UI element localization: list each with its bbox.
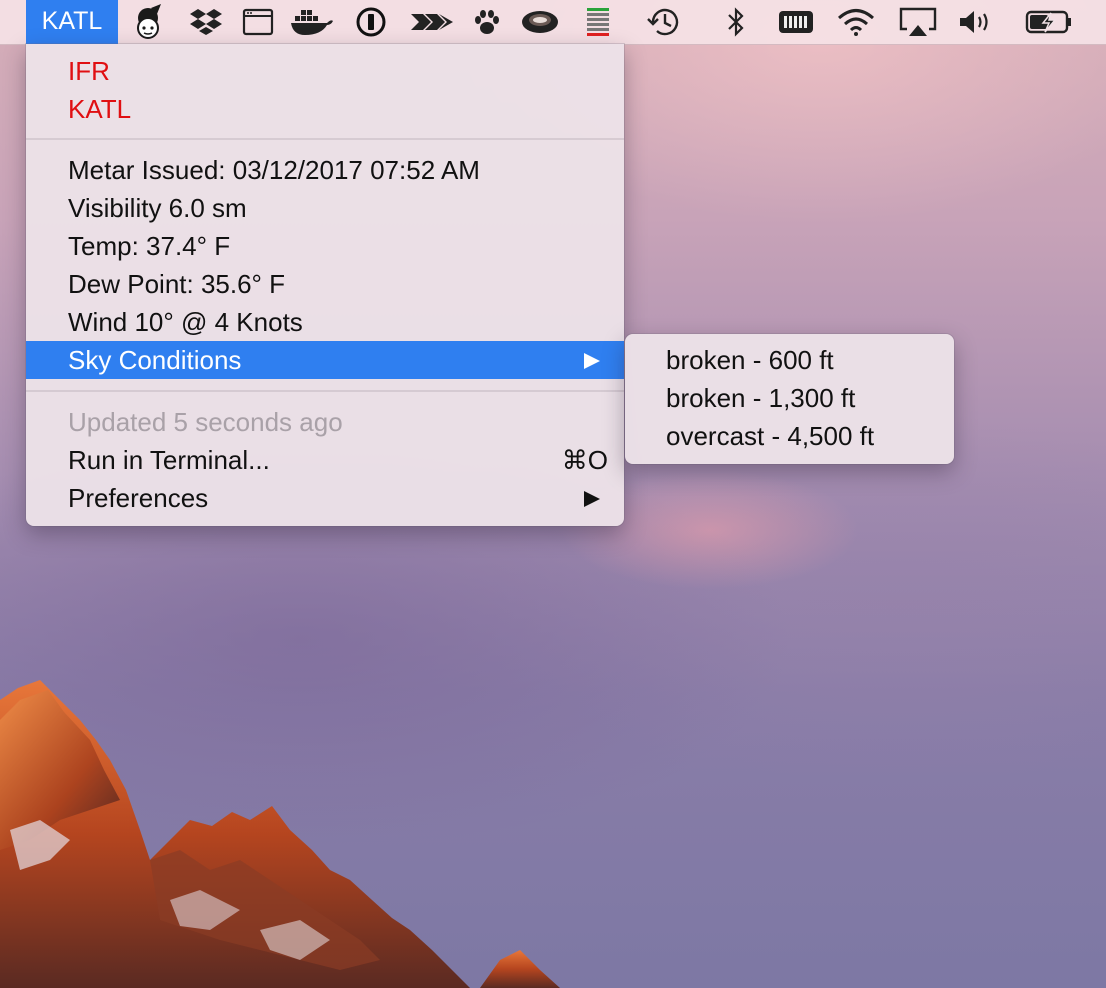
menu-bar: KATL <box>0 0 1106 45</box>
flight-category-label: IFR <box>68 56 110 86</box>
sky-condition-item[interactable]: broken - 600 ft <box>625 341 954 379</box>
updated-label: Updated 5 seconds ago <box>68 407 343 437</box>
airplay-icon[interactable] <box>898 4 938 40</box>
sky-condition-label: overcast - 4,500 ft <box>666 421 875 451</box>
menu-item-wind[interactable]: Wind 10° @ 4 Knots <box>26 303 624 341</box>
sky-condition-label: broken - 1,300 ft <box>666 383 856 413</box>
station-label: KATL <box>68 94 132 124</box>
weather-dropdown-menu: IFR KATL Metar Issued: 03/12/2017 07:52 … <box>26 44 624 526</box>
sky-conditions-label: Sky Conditions <box>68 345 242 375</box>
arrow-icon[interactable] <box>408 4 454 40</box>
run-in-terminal-label: Run in Terminal... <box>68 445 270 475</box>
menu-item-updated: Updated 5 seconds ago <box>26 403 624 441</box>
menu-item-preferences[interactable]: Preferences <box>26 479 624 517</box>
metar-issued-label: Metar Issued: 03/12/2017 07:52 AM <box>68 155 480 185</box>
menu-item-station[interactable]: KATL <box>26 90 624 128</box>
paw-icon[interactable] <box>470 4 504 40</box>
menu-item-flight-category[interactable]: IFR <box>26 52 624 90</box>
sky-condition-label: broken - 600 ft <box>666 345 834 375</box>
sky-condition-item[interactable]: broken - 1,300 ft <box>625 379 954 417</box>
window-icon[interactable] <box>240 4 276 40</box>
menu-item-sky-conditions[interactable]: Sky Conditions <box>26 341 624 379</box>
wind-label: Wind 10° @ 4 Knots <box>68 307 303 337</box>
character-icon[interactable] <box>128 4 168 40</box>
menu-item-visibility[interactable]: Visibility 6.0 sm <box>26 189 624 227</box>
volume-icon[interactable] <box>956 4 996 40</box>
stack-meter-icon[interactable] <box>580 4 616 40</box>
menu-item-temp[interactable]: Temp: 37.4° F <box>26 227 624 265</box>
menubar-app-katl[interactable]: KATL <box>26 0 118 44</box>
onepassword-icon[interactable] <box>352 4 390 40</box>
sky-condition-item[interactable]: overcast - 4,500 ft <box>625 417 954 455</box>
submenu-arrow-icon <box>584 491 600 507</box>
battery-charging-icon[interactable] <box>1024 4 1074 40</box>
sky-conditions-submenu: broken - 600 ft broken - 1,300 ft overca… <box>625 334 954 464</box>
battery-indicator-icon[interactable] <box>776 4 816 40</box>
menu-separator <box>26 138 624 140</box>
temp-label: Temp: 37.4° F <box>68 231 231 261</box>
run-in-terminal-shortcut: ⌘O <box>561 445 608 475</box>
wifi-icon[interactable] <box>834 4 878 40</box>
visibility-label: Visibility 6.0 sm <box>68 193 247 223</box>
docker-icon[interactable] <box>288 4 334 40</box>
menu-item-metar-issued[interactable]: Metar Issued: 03/12/2017 07:52 AM <box>26 151 624 189</box>
dropbox-icon[interactable] <box>186 4 226 40</box>
dew-point-label: Dew Point: 35.6° F <box>68 269 286 299</box>
time-machine-icon[interactable] <box>644 4 684 40</box>
coffee-cup-icon[interactable] <box>518 4 562 40</box>
menu-separator <box>26 390 624 392</box>
bluetooth-icon[interactable] <box>722 4 750 40</box>
menu-item-dew-point[interactable]: Dew Point: 35.6° F <box>26 265 624 303</box>
menu-item-run-in-terminal[interactable]: Run in Terminal... ⌘O <box>26 441 624 479</box>
preferences-label: Preferences <box>68 483 209 513</box>
submenu-arrow-icon <box>584 353 600 369</box>
